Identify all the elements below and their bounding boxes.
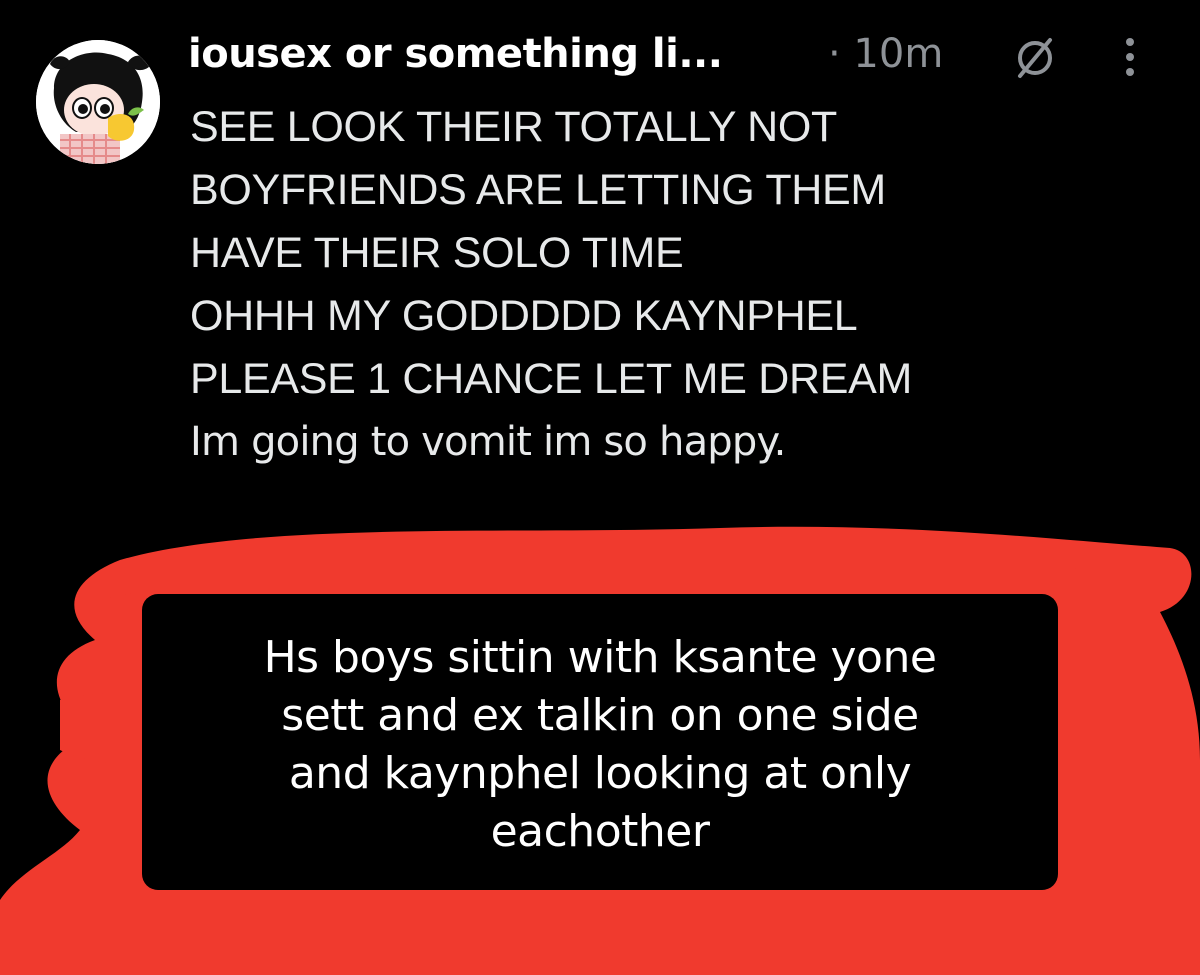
post-text-line: OHHH MY GODDDDD KAYNPHEL <box>190 292 858 340</box>
caption-line: Hs boys sittin with ksante yone <box>263 632 937 683</box>
post-text-line: PLEASE 1 CHANCE LET ME DREAM <box>190 355 913 403</box>
caption-line: and kaynphel looking at only <box>288 748 912 799</box>
caption-overlay-box: Hs boys sittin with ksante yone sett and… <box>142 594 1058 890</box>
post-text-line: SEE LOOK THEIR TOTALLY NOT <box>190 103 837 151</box>
post-text-line: Im going to vomit im so happy. <box>190 419 786 465</box>
post-header: iousex or something li... · 10m <box>188 26 1178 86</box>
avatar[interactable] <box>36 40 160 164</box>
post-text-line: HAVE THEIR SOLO TIME <box>190 229 684 277</box>
caption-line: sett and ex talkin on one side <box>281 690 919 741</box>
caption-line: eachother <box>490 806 710 857</box>
post-body: SEE LOOK THEIR TOTALLY NOT BOYFRIENDS AR… <box>190 96 1170 474</box>
more-vertical-icon[interactable] <box>1123 36 1137 78</box>
post-timestamp[interactable]: · 10m <box>828 26 943 82</box>
muted-circle-slash-icon[interactable] <box>1012 34 1058 80</box>
username[interactable]: iousex or something li... <box>188 26 723 82</box>
post-text-line: BOYFRIENDS ARE LETTING THEM <box>190 166 886 214</box>
